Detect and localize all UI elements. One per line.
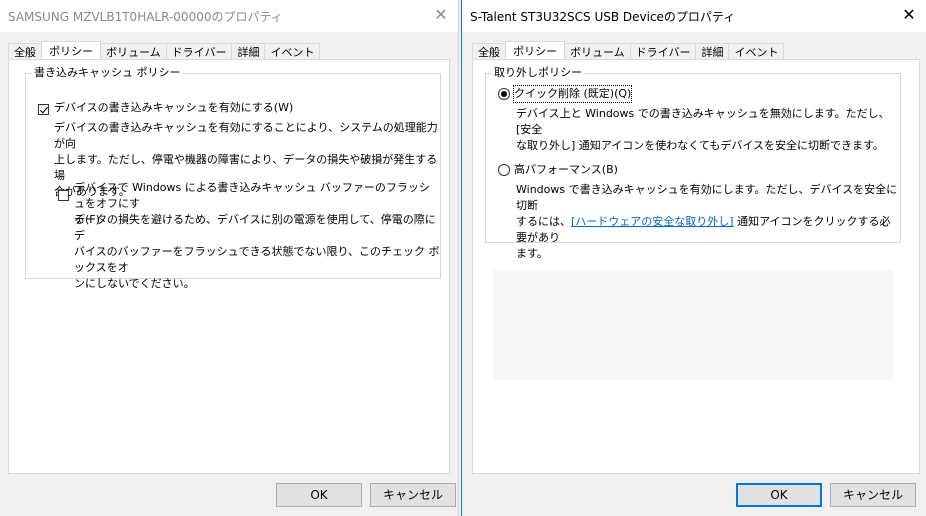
right-properties-dialog: S-Talent ST3U32SCS USB Deviceのプロパティ ✕ 全般…	[461, 0, 926, 516]
description-text: するには、	[516, 215, 571, 228]
right-cancel-button[interactable]: キャンセル	[830, 483, 916, 507]
description-line: ます。	[516, 247, 548, 260]
enable-write-cache-checkbox[interactable]	[38, 104, 49, 115]
left-tab-panel: 書き込みキャッシュ ポリシー デバイスの書き込みキャッシュを有効にする(W) デ…	[8, 59, 450, 474]
left-ok-button[interactable]: OK	[276, 483, 362, 507]
description-line: するには、[ハードウェアの安全な取り外し] 通知アイコンをクリックする必要があり	[516, 214, 898, 246]
left-properties-dialog: SAMSUNG MZVLB1T0HALR-00000のプロパティ ✕ 全般 ポリシ…	[0, 0, 459, 516]
left-dialog-title: SAMSUNG MZVLB1T0HALR-00000のプロパティ	[8, 10, 283, 24]
turn-off-flush-description: データの損失を避けるため、デバイスに別の電源を使用して、停電の際にデ バイスのバ…	[74, 212, 440, 292]
better-performance-radio[interactable]	[498, 164, 510, 176]
safely-remove-hardware-link[interactable]: [ハードウェアの安全な取り外し]	[571, 215, 734, 228]
enable-write-cache-label[interactable]: デバイスの書き込みキャッシュを有効にする(W)	[54, 100, 293, 116]
left-title-bar[interactable]: SAMSUNG MZVLB1T0HALR-00000のプロパティ ✕	[0, 0, 458, 32]
right-ok-button[interactable]: OK	[736, 483, 822, 507]
removal-policy-group-title: 取り外しポリシー	[492, 66, 584, 80]
quick-removal-label[interactable]: クイック削除 (既定)(Q)	[512, 85, 633, 103]
write-cache-policy-group: 書き込みキャッシュ ポリシー デバイスの書き込みキャッシュを有効にする(W) デ…	[25, 66, 441, 290]
description-line: デバイスの書き込みキャッシュを有効にすることにより、システムの処理能力が向	[54, 121, 438, 150]
right-close-icon[interactable]: ✕	[898, 4, 920, 26]
left-close-icon[interactable]: ✕	[430, 4, 452, 26]
left-tab-strip: 全般 ポリシー ボリューム ドライバー 詳細 イベント	[8, 40, 321, 62]
right-tab-panel: 取り外しポリシー クイック削除 (既定)(Q) デバイス上と Windows で…	[472, 59, 920, 474]
right-tab-strip: 全般 ポリシー ボリューム ドライバー 詳細 イベント	[472, 40, 785, 62]
faint-background-area	[493, 270, 893, 380]
right-dialog-title: S-Talent ST3U32SCS USB Deviceのプロパティ	[470, 10, 736, 24]
description-line: デバイス上と Windows での書き込みキャッシュを無効にします。ただし、[安…	[516, 107, 890, 136]
removal-policy-group: 取り外しポリシー クイック削除 (既定)(Q) デバイス上と Windows で…	[485, 66, 901, 260]
left-cancel-button[interactable]: キャンセル	[370, 483, 456, 507]
description-line: な取り外し] 通知アイコンを使わなくてもデバイスを安全に切断できます。	[516, 139, 884, 152]
description-line: ンにしないでください。	[74, 277, 195, 290]
quick-removal-radio[interactable]	[498, 88, 510, 100]
quick-removal-description: デバイス上と Windows での書き込みキャッシュを無効にします。ただし、[安…	[516, 106, 898, 154]
write-cache-policy-group-title: 書き込みキャッシュ ポリシー	[32, 66, 183, 80]
description-line: Windows で書き込みキャッシュを有効にします。ただし、デバイスを安全に切断	[516, 183, 898, 212]
label-line: デバイスで Windows による書き込みキャッシュ バッファーのフラッシュをオ…	[74, 181, 430, 210]
description-line: データの損失を避けるため、デバイスに別の電源を使用して、停電の際にデ	[74, 213, 436, 242]
better-performance-label[interactable]: 高パフォーマンス(B)	[514, 162, 618, 178]
right-title-bar[interactable]: S-Talent ST3U32SCS USB Deviceのプロパティ ✕	[462, 0, 926, 32]
turn-off-flush-checkbox[interactable]	[58, 190, 69, 201]
better-performance-description: Windows で書き込みキャッシュを有効にします。ただし、デバイスを安全に切断…	[516, 182, 898, 262]
description-line: バイスのバッファーをフラッシュできる状態でない限り、このチェック ボックスをオ	[74, 245, 440, 274]
